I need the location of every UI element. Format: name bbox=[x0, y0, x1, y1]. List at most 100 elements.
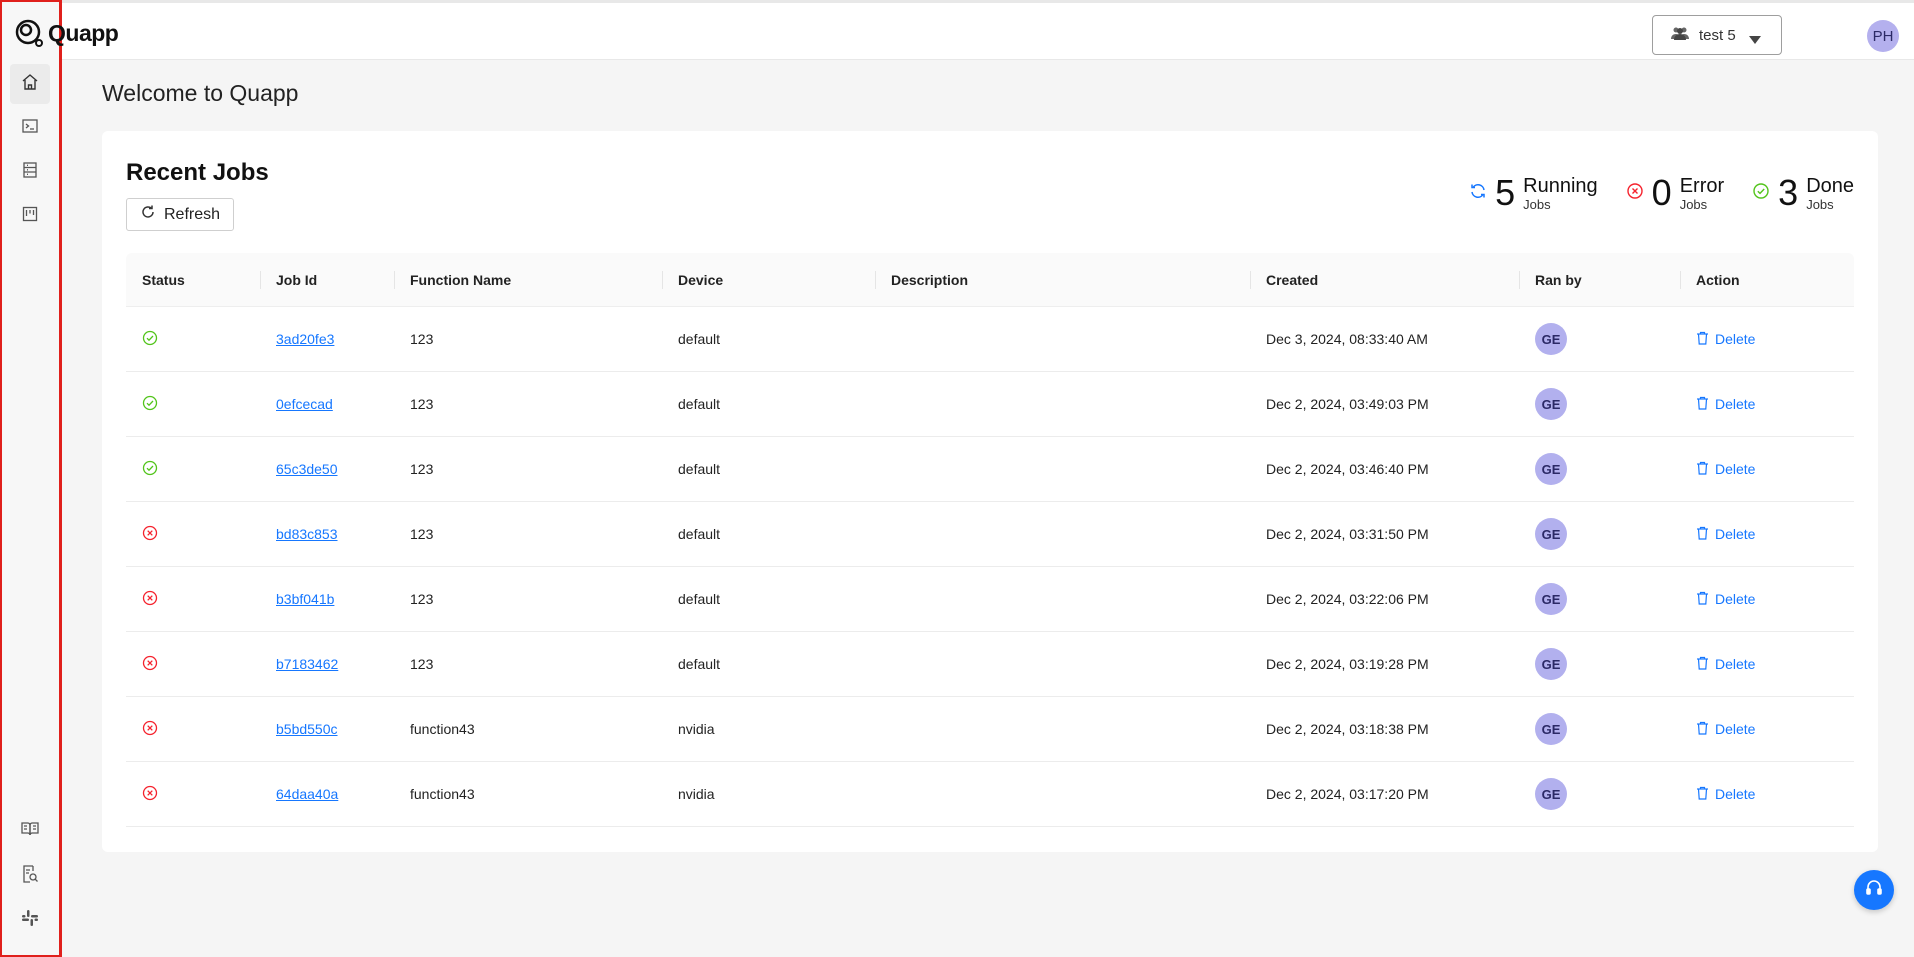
table-row: b3bf041b 123 default Dec 2, 2024, 03:22:06 … bbox=[126, 567, 1854, 632]
device-cell: default bbox=[678, 396, 721, 412]
sync-icon bbox=[1469, 182, 1487, 205]
support-button[interactable] bbox=[1854, 870, 1894, 910]
created-cell: Dec 2, 2024, 03:22:06 PM bbox=[1266, 591, 1429, 607]
board-icon bbox=[22, 206, 38, 227]
refresh-label: Refresh bbox=[163, 205, 221, 223]
delete-label: Delete bbox=[1715, 721, 1756, 737]
running-sub: Jobs bbox=[1523, 196, 1551, 212]
job-id-cell: bd83c853 bbox=[260, 526, 394, 542]
workspace-name: test 5 bbox=[1699, 26, 1736, 44]
recent-jobs-card: Recent Jobs Refresh 5 Running Jobs 0 Err… bbox=[102, 131, 1878, 852]
table-row: 3ad20fe3 123 default Dec 3, 2024, 08:33:40 … bbox=[126, 307, 1854, 372]
table-body: 3ad20fe3 123 default Dec 3, 2024, 08:33:40 … bbox=[126, 307, 1854, 827]
ran-by-cell: GE bbox=[1519, 583, 1680, 615]
job-id-link[interactable]: 0efcecad bbox=[276, 396, 333, 412]
delete-button[interactable]: Delete bbox=[1696, 591, 1755, 608]
delete-button[interactable]: Delete bbox=[1696, 721, 1755, 738]
trash-icon bbox=[1696, 656, 1709, 673]
function-name-cell: 123 bbox=[410, 656, 434, 672]
col-function-name: Function Name bbox=[394, 253, 662, 306]
col-device: Device bbox=[662, 253, 875, 306]
ran-by-avatar: GE bbox=[1535, 388, 1567, 420]
ran-by-avatar: GE bbox=[1535, 453, 1567, 485]
error-circle-icon bbox=[142, 785, 158, 804]
sidebar-item-database[interactable] bbox=[10, 152, 50, 192]
ran-by-cell: GE bbox=[1519, 778, 1680, 810]
sidebar-item-terminal[interactable] bbox=[10, 108, 50, 148]
job-id-link[interactable]: b5bd550c bbox=[276, 721, 338, 737]
device-cell: default bbox=[678, 526, 721, 542]
book-icon bbox=[21, 821, 39, 842]
delete-button[interactable]: Delete bbox=[1696, 331, 1755, 348]
action-cell: Delete bbox=[1680, 396, 1854, 413]
top-header: test 5 PH bbox=[0, 0, 1914, 60]
status-cell bbox=[126, 330, 260, 349]
sidebar-item-docs[interactable] bbox=[10, 811, 50, 851]
created-cell: Dec 2, 2024, 03:46:40 PM bbox=[1266, 461, 1429, 477]
delete-button[interactable]: Delete bbox=[1696, 656, 1755, 673]
table-row: bd83c853 123 default Dec 2, 2024, 03:31:50 … bbox=[126, 502, 1854, 567]
job-id-cell: 65c3de50 bbox=[260, 461, 394, 477]
sidebar-item-home[interactable] bbox=[10, 64, 50, 104]
job-id-link[interactable]: b7183462 bbox=[276, 656, 338, 672]
trash-icon bbox=[1696, 396, 1709, 413]
device-cell: default bbox=[678, 656, 721, 672]
job-id-cell: b5bd550c bbox=[260, 721, 394, 737]
sidebar-item-search-docs[interactable] bbox=[10, 856, 50, 896]
status-cell bbox=[126, 720, 260, 739]
error-circle-icon bbox=[1626, 182, 1644, 205]
terminal-icon bbox=[22, 118, 38, 139]
status-cell bbox=[126, 460, 260, 479]
delete-button[interactable]: Delete bbox=[1696, 396, 1755, 413]
trash-icon bbox=[1696, 461, 1709, 478]
stat-running: 5 Running Jobs bbox=[1469, 175, 1598, 211]
home-icon bbox=[21, 73, 39, 96]
device-cell: default bbox=[678, 591, 721, 607]
done-sub: Jobs bbox=[1806, 196, 1834, 212]
jobs-table: Status Job Id Function Name Device Descr… bbox=[126, 253, 1854, 827]
job-id-link[interactable]: b3bf041b bbox=[276, 591, 334, 607]
delete-button[interactable]: Delete bbox=[1696, 461, 1755, 478]
trash-icon bbox=[1696, 526, 1709, 543]
delete-button[interactable]: Delete bbox=[1696, 526, 1755, 543]
col-created: Created bbox=[1250, 253, 1519, 306]
ran-by-cell: GE bbox=[1519, 453, 1680, 485]
function-name-cell: 123 bbox=[410, 526, 434, 542]
ran-by-avatar: GE bbox=[1535, 323, 1567, 355]
refresh-button[interactable]: Refresh bbox=[126, 198, 234, 231]
stat-done: 3 Done Jobs bbox=[1752, 175, 1854, 211]
ran-by-cell: GE bbox=[1519, 713, 1680, 745]
ran-by-avatar: GE bbox=[1535, 713, 1567, 745]
error-circle-icon bbox=[142, 590, 158, 609]
trash-icon bbox=[1696, 786, 1709, 803]
created-cell: Dec 2, 2024, 03:18:38 PM bbox=[1266, 721, 1429, 737]
job-stats: 5 Running Jobs 0 Error Jobs 3 Done Jobs bbox=[1469, 175, 1854, 211]
check-circle-icon bbox=[142, 330, 158, 349]
col-status: Status bbox=[142, 271, 185, 288]
function-name-cell: 123 bbox=[410, 396, 434, 412]
function-name-cell: 123 bbox=[410, 331, 434, 347]
job-id-link[interactable]: bd83c853 bbox=[276, 526, 338, 542]
workspace-select[interactable]: test 5 bbox=[1652, 15, 1782, 55]
status-cell bbox=[126, 655, 260, 674]
user-avatar[interactable]: PH bbox=[1867, 20, 1899, 52]
job-id-cell: b3bf041b bbox=[260, 591, 394, 607]
delete-button[interactable]: Delete bbox=[1696, 786, 1755, 803]
job-id-link[interactable]: 65c3de50 bbox=[276, 461, 338, 477]
ran-by-cell: GE bbox=[1519, 323, 1680, 355]
sidebar-item-board[interactable] bbox=[10, 196, 50, 236]
done-label: Done bbox=[1806, 174, 1854, 197]
action-cell: Delete bbox=[1680, 526, 1854, 543]
error-sub: Jobs bbox=[1679, 196, 1708, 212]
job-id-link[interactable]: 3ad20fe3 bbox=[276, 331, 334, 347]
device-cell: nvidia bbox=[678, 721, 715, 737]
col-ran-by: Ran by bbox=[1519, 253, 1680, 306]
status-cell bbox=[126, 785, 260, 804]
sidebar-item-slack[interactable] bbox=[10, 900, 50, 940]
delete-label: Delete bbox=[1715, 331, 1756, 347]
job-id-link[interactable]: 64daa40a bbox=[276, 786, 338, 802]
device-cell: default bbox=[678, 331, 721, 347]
col-job-id: Job Id bbox=[260, 253, 394, 306]
action-cell: Delete bbox=[1680, 786, 1854, 803]
slack-icon bbox=[22, 909, 38, 931]
